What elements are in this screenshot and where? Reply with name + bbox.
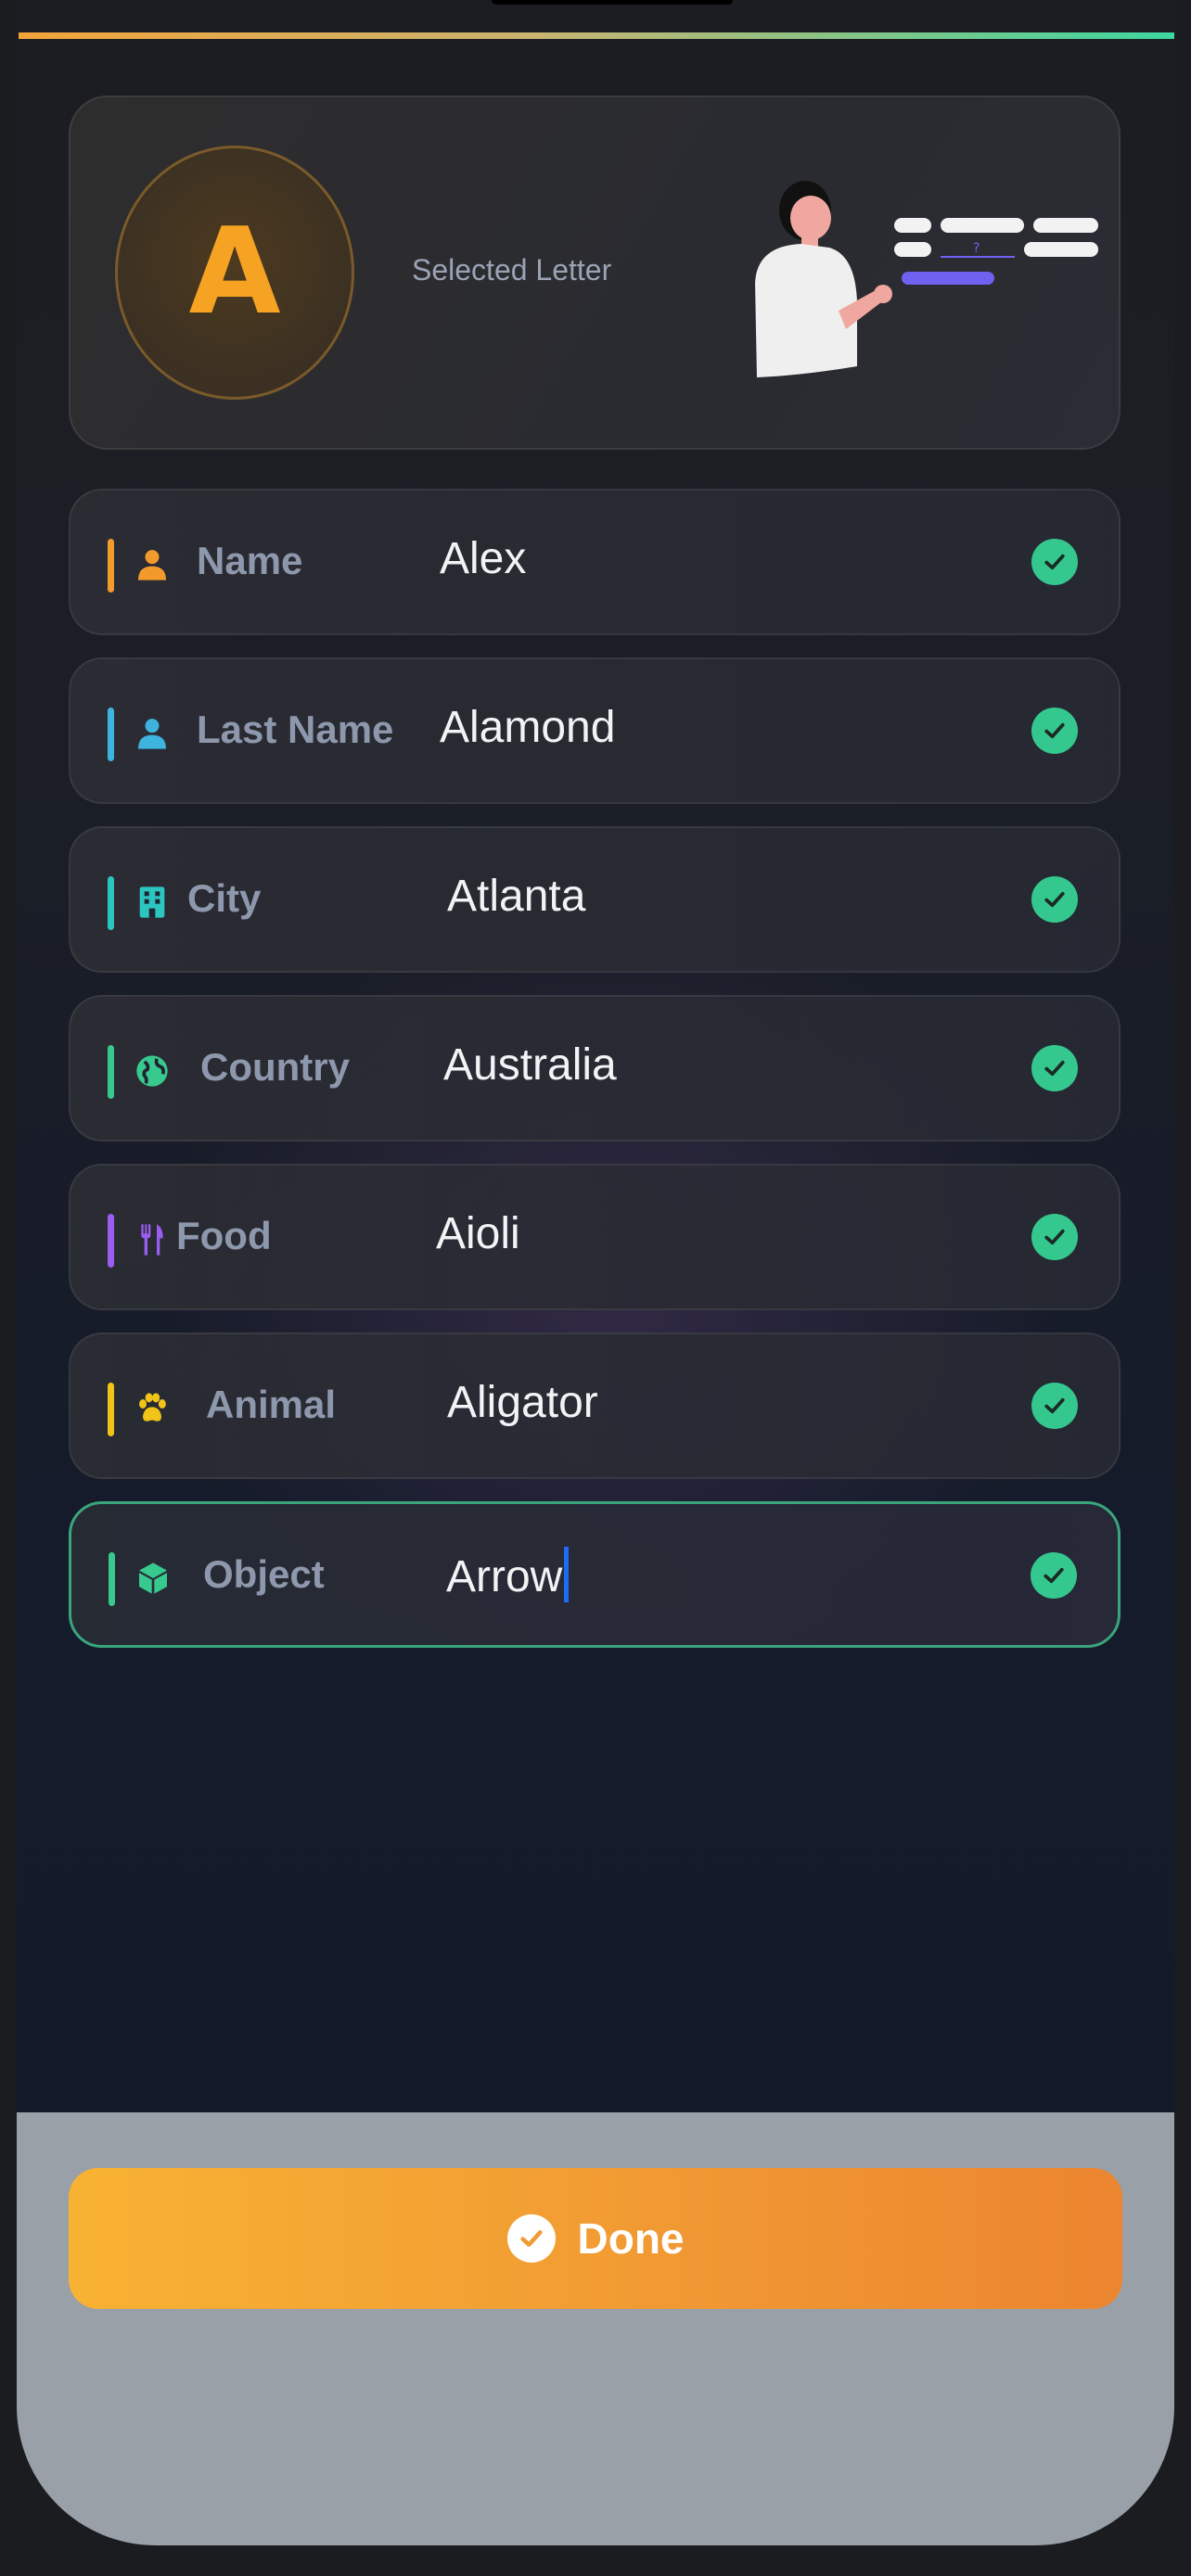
field-label: Object bbox=[203, 1552, 325, 1596]
paw-icon bbox=[139, 1393, 166, 1422]
field-accent bbox=[108, 1383, 114, 1436]
field-accent bbox=[108, 1214, 114, 1268]
field-row-last-name[interactable]: Last Name Alamond bbox=[69, 657, 1121, 804]
done-button[interactable]: Done bbox=[69, 2168, 1122, 2309]
check-icon bbox=[1031, 1045, 1078, 1091]
svg-text:?: ? bbox=[973, 241, 980, 256]
selected-letter-card: A Selected Letter ? bbox=[69, 96, 1121, 450]
field-label: City bbox=[187, 876, 262, 920]
field-label: Food bbox=[176, 1214, 272, 1257]
field-row-country[interactable]: Country Australia bbox=[69, 995, 1121, 1141]
field-input-city[interactable]: Atlanta bbox=[447, 871, 585, 922]
field-input-last-name[interactable]: Alamond bbox=[440, 702, 615, 753]
field-accent bbox=[109, 1552, 115, 1606]
check-icon bbox=[1031, 1552, 1077, 1599]
selected-letter: A bbox=[188, 203, 281, 341]
field-input-country[interactable]: Australia bbox=[443, 1039, 617, 1090]
person-icon bbox=[138, 550, 166, 580]
field-row-city[interactable]: City Atlanta bbox=[69, 826, 1121, 973]
field-row-name[interactable]: Name Alex bbox=[69, 489, 1121, 635]
check-icon bbox=[1031, 539, 1078, 585]
field-accent bbox=[108, 876, 114, 930]
field-label: Last Name bbox=[197, 708, 394, 751]
field-label: Country bbox=[200, 1045, 350, 1089]
field-row-food[interactable]: Food Aioli bbox=[69, 1164, 1121, 1310]
field-input-name[interactable]: Alex bbox=[440, 533, 526, 584]
progress-accent-bar bbox=[19, 32, 1174, 39]
dynamic-island bbox=[492, 0, 733, 5]
text-cursor bbox=[564, 1547, 570, 1602]
app-screen: A Selected Letter ? Name Alex Last Name … bbox=[17, 0, 1174, 2545]
person-icon bbox=[138, 719, 166, 749]
building-icon bbox=[139, 886, 165, 918]
person-presenting-illustration: ? bbox=[755, 181, 1098, 377]
device-frame: A Selected Letter ? Name Alex Last Name … bbox=[0, 0, 1191, 2576]
field-row-object[interactable]: Object Arrow bbox=[69, 1501, 1121, 1648]
selected-letter-label: Selected Letter bbox=[412, 253, 612, 287]
field-input-text: Arrow bbox=[446, 1552, 563, 1601]
field-accent bbox=[108, 1045, 114, 1099]
check-circle-icon bbox=[506, 2214, 556, 2263]
field-input-animal[interactable]: Aligator bbox=[447, 1377, 598, 1428]
check-icon bbox=[1031, 708, 1078, 754]
check-icon bbox=[1031, 1383, 1078, 1429]
check-icon bbox=[1031, 876, 1078, 923]
globe-icon bbox=[136, 1055, 168, 1087]
done-button-label: Done bbox=[577, 2214, 685, 2263]
check-icon bbox=[1031, 1214, 1078, 1260]
field-label: Animal bbox=[206, 1383, 337, 1426]
field-row-animal[interactable]: Animal Aligator bbox=[69, 1333, 1121, 1479]
field-label: Name bbox=[197, 539, 303, 582]
fork-knife-icon bbox=[141, 1224, 163, 1256]
field-accent bbox=[108, 708, 114, 761]
letter-badge: A bbox=[115, 146, 354, 400]
field-input-object[interactable]: Arrow bbox=[446, 1547, 570, 1602]
field-input-food[interactable]: Aioli bbox=[436, 1208, 520, 1259]
cube-icon bbox=[139, 1562, 167, 1594]
field-accent bbox=[108, 539, 114, 593]
